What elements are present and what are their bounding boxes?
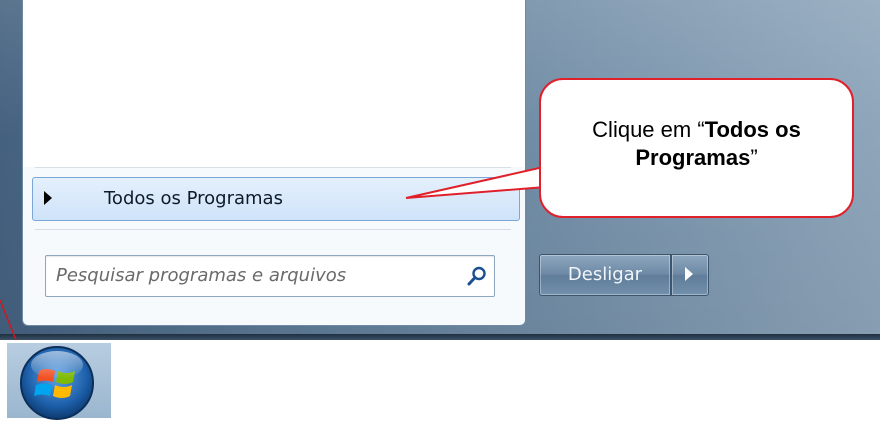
shutdown-options-button[interactable] — [671, 254, 709, 296]
start-menu-left-pane: Todos os Programas — [22, 0, 526, 326]
separator — [35, 229, 511, 230]
search-box[interactable] — [45, 255, 495, 297]
taskbar-start-area — [7, 343, 111, 420]
triangle-right-icon — [685, 267, 693, 281]
all-programs-button[interactable]: Todos os Programas — [32, 177, 520, 221]
separator — [35, 167, 511, 168]
all-programs-label: Todos os Programas — [104, 188, 283, 209]
callout-suffix: ” — [750, 145, 758, 170]
pinned-programs-area — [23, 0, 525, 167]
shutdown-button[interactable]: Desligar — [539, 254, 671, 296]
callout-prefix: Clique em “ — [592, 117, 705, 142]
shutdown-label: Desligar — [567, 264, 643, 285]
windows-logo-icon[interactable] — [17, 343, 101, 427]
triangle-right-icon — [44, 191, 52, 205]
search-input[interactable] — [56, 263, 436, 287]
magnifier-icon[interactable] — [466, 265, 488, 287]
callout-box: Clique em “Todos os Programas” — [539, 78, 854, 218]
menu-bottom-border — [0, 334, 880, 340]
callout-text: Clique em “Todos os Programas” — [541, 116, 852, 172]
